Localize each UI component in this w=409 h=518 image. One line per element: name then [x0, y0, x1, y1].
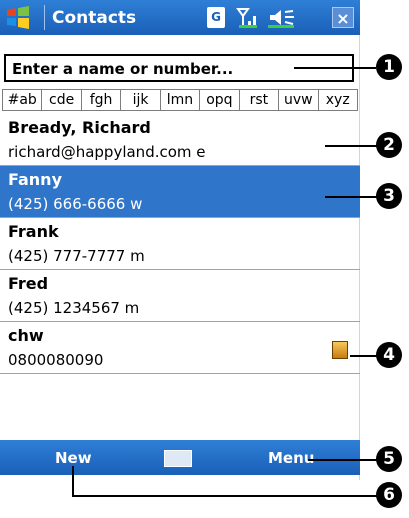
- contact-detail: richard@happyland.com e: [8, 143, 206, 161]
- close-icon[interactable]: ×: [332, 7, 354, 28]
- callout-6: 6: [376, 482, 402, 508]
- tab-fgh[interactable]: fgh: [80, 89, 121, 111]
- title-bar: Contacts G ×: [0, 0, 360, 35]
- contact-name: Fred: [8, 274, 49, 293]
- callout-5: 5: [376, 446, 402, 472]
- menu-bar: New Menu: [0, 440, 360, 475]
- alpha-tabs: #ab cde fgh ijk lmn opq rst uvw xyz: [2, 89, 358, 111]
- callout-3: 3: [376, 183, 402, 209]
- keyboard-icon[interactable]: [164, 450, 192, 467]
- tab-ijk[interactable]: ijk: [120, 89, 160, 111]
- contact-row[interactable]: chw 0800080090: [0, 322, 360, 374]
- contact-name: Fanny: [8, 170, 62, 189]
- contact-row[interactable]: Frank (425) 777-7777 m: [0, 218, 360, 270]
- g-indicator-icon[interactable]: G: [207, 7, 225, 28]
- contact-name: chw: [8, 326, 44, 345]
- tab-cde[interactable]: cde: [41, 89, 81, 111]
- callout-line-6: [72, 495, 377, 497]
- menu-button[interactable]: Menu: [268, 449, 314, 467]
- callout-1: 1: [376, 54, 402, 80]
- callout-line-5: [308, 459, 377, 461]
- contact-row[interactable]: Bready, Richard richard@happyland.com e: [0, 114, 360, 166]
- sim-card-icon: [332, 341, 348, 359]
- contact-row-selected[interactable]: Fanny (425) 666-6666 w: [0, 166, 360, 218]
- callout-line-6-vertical: [72, 466, 74, 496]
- new-button[interactable]: New: [55, 449, 92, 467]
- windows-start-icon[interactable]: [4, 4, 32, 31]
- signal-icon[interactable]: [236, 7, 260, 28]
- title-separator: [44, 5, 45, 30]
- app-title: Contacts: [52, 8, 137, 28]
- callout-line-4: [350, 355, 377, 357]
- tab-xyz[interactable]: xyz: [317, 89, 358, 111]
- callout-line-3: [325, 196, 377, 198]
- callout-2: 2: [376, 132, 402, 158]
- contact-detail: (425) 777-7777 m: [8, 247, 145, 265]
- callout-line-1: [294, 67, 376, 69]
- tab-lmn[interactable]: lmn: [159, 89, 200, 111]
- contact-list: Bready, Richard richard@happyland.com e …: [0, 114, 360, 374]
- callout-line-2: [325, 145, 377, 147]
- tab-uvw[interactable]: uvw: [278, 89, 318, 111]
- tab-ab[interactable]: #ab: [2, 89, 42, 111]
- tab-opq[interactable]: opq: [199, 89, 239, 111]
- contact-name: Bready, Richard: [8, 118, 151, 137]
- callout-4: 4: [376, 342, 402, 368]
- contact-detail: (425) 666-6666 w: [8, 195, 143, 213]
- contact-detail: (425) 1234567 m: [8, 299, 140, 317]
- contact-detail: 0800080090: [8, 351, 104, 369]
- contact-name: Frank: [8, 222, 59, 241]
- contact-row[interactable]: Fred (425) 1234567 m: [0, 270, 360, 322]
- pocketpc-screen: Contacts G × Enter a name or number... #…: [0, 0, 360, 480]
- tab-rst[interactable]: rst: [238, 89, 279, 111]
- volume-icon[interactable]: [266, 7, 298, 28]
